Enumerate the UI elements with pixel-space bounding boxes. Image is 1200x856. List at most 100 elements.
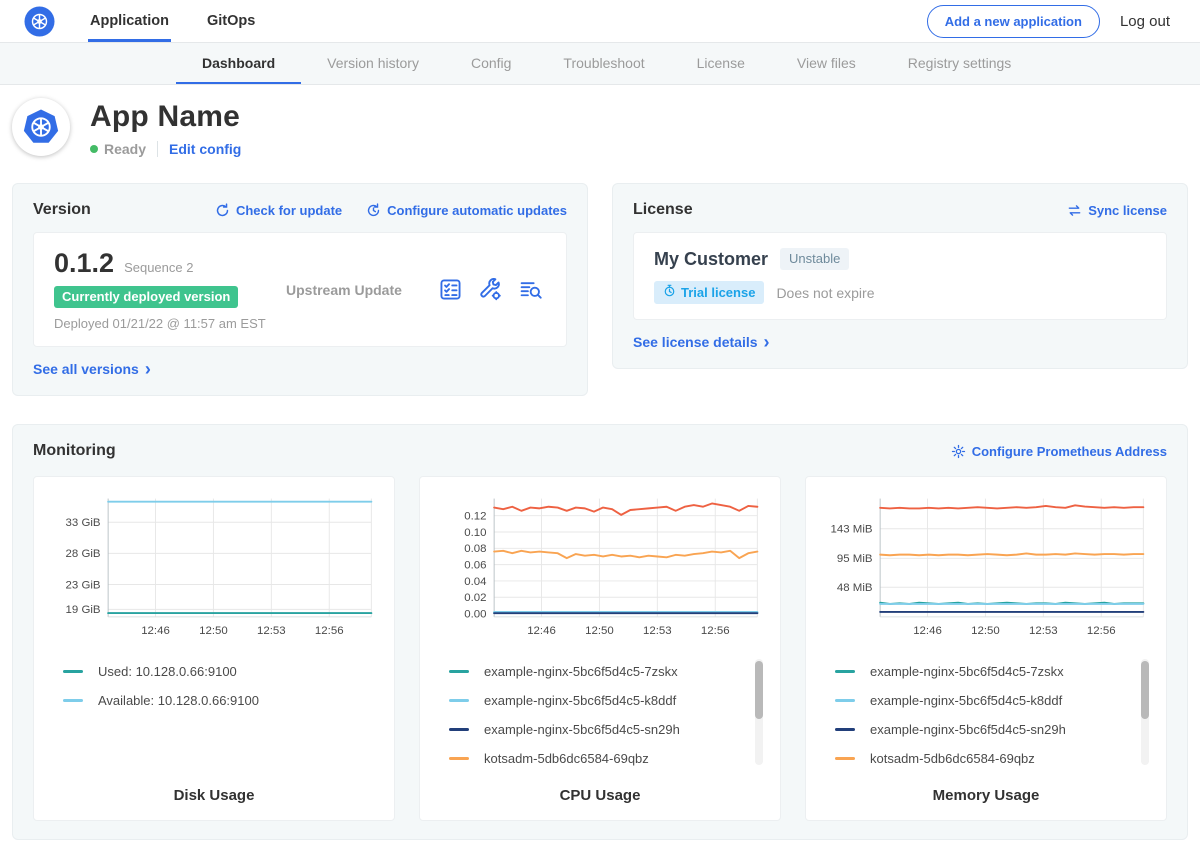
svg-text:0.02: 0.02 <box>464 592 486 604</box>
legend-scrollbar[interactable] <box>755 659 763 765</box>
clock-refresh-icon <box>366 203 381 218</box>
svg-text:12:50: 12:50 <box>585 625 614 637</box>
config-wrench-icon[interactable] <box>479 278 502 301</box>
chart-title: Memory Usage <box>821 787 1151 804</box>
monitoring-title: Monitoring <box>33 442 116 460</box>
configure-prometheus-button[interactable]: Configure Prometheus Address <box>951 444 1167 459</box>
sync-arrows-icon <box>1067 203 1082 218</box>
tab-registry-settings[interactable]: Registry settings <box>882 43 1037 84</box>
current-version-card: 0.1.2 Sequence 2 Currently deployed vers… <box>33 232 567 347</box>
svg-text:12:56: 12:56 <box>701 625 730 637</box>
legend-item: kotsadm-5db6dc6584-69qbz <box>835 744 1133 773</box>
chart-title: CPU Usage <box>435 787 765 804</box>
chart-card-memory-usage: 12:46 12:50 12:53 12:56 143 MiB 95 MiB 48 MiB e… <box>805 476 1167 821</box>
legend-swatch <box>835 699 855 702</box>
version-number: 0.1.2 <box>54 248 114 279</box>
chart-plot-cpu-usage: 12:4612:5012:5312:560.120.100.080.060.04… <box>435 490 765 645</box>
charts-row: 12:4612:5012:5312:5633 GiB28 GiB23 GiB19… <box>33 476 1167 821</box>
configure-automatic-updates-button[interactable]: Configure automatic updates <box>366 203 567 218</box>
chart-plot-disk-usage: 12:4612:5012:5312:5633 GiB28 GiB23 GiB19… <box>49 490 379 645</box>
legend-swatch <box>449 757 469 760</box>
legend-scrollbar-thumb[interactable] <box>1141 661 1149 719</box>
svg-text:48 MiB: 48 MiB <box>837 582 873 594</box>
chevron-right-icon: › <box>764 336 770 348</box>
legend-scrollbar-thumb[interactable] <box>755 661 763 719</box>
check-for-update-button[interactable]: Check for update <box>215 203 342 218</box>
app-status: Ready <box>104 141 146 157</box>
tab-license[interactable]: License <box>671 43 771 84</box>
legend-item: example-nginx-5bc6f5d4c5-k8ddf <box>449 686 747 715</box>
svg-text:95 MiB: 95 MiB <box>837 553 873 565</box>
svg-text:12:50: 12:50 <box>971 625 1000 637</box>
version-panel: Version Check for update <box>12 183 588 396</box>
customer-name: My Customer <box>654 249 768 270</box>
chart-card-disk-usage: 12:4612:5012:5312:5633 GiB28 GiB23 GiB19… <box>33 476 395 821</box>
see-all-versions-link[interactable]: See all versions › <box>33 361 151 377</box>
monitoring-panel: Monitoring Configure Prometheus Address … <box>12 424 1188 840</box>
svg-text:12:46: 12:46 <box>913 625 942 637</box>
see-license-details-link[interactable]: See license details › <box>633 334 770 350</box>
edit-config-link[interactable]: Edit config <box>169 141 241 157</box>
version-sequence: Sequence 2 <box>124 260 193 275</box>
add-application-button[interactable]: Add a new application <box>927 5 1100 38</box>
legend-swatch <box>63 699 83 702</box>
main-content: Version Check for update <box>0 175 1200 856</box>
svg-text:28 GiB: 28 GiB <box>66 548 101 560</box>
stopwatch-icon <box>663 284 676 300</box>
svg-text:0.10: 0.10 <box>464 527 486 539</box>
gear-icon <box>951 444 966 459</box>
legend-item: Used: 10.128.0.66:9100 <box>63 657 361 686</box>
chart-plot-memory-usage: 12:46 12:50 12:53 12:56 143 MiB 95 MiB 48 MiB <box>821 490 1151 645</box>
svg-text:12:50: 12:50 <box>199 625 228 637</box>
legend-label: example-nginx-5bc6f5d4c5-sn29h <box>870 722 1066 737</box>
svg-text:143 MiB: 143 MiB <box>831 524 873 536</box>
ready-status-dot-icon <box>90 145 98 153</box>
version-source: Upstream Update <box>272 282 439 298</box>
svg-text:12:56: 12:56 <box>315 625 344 637</box>
legend-swatch <box>835 728 855 731</box>
legend-label: example-nginx-5bc6f5d4c5-7zskx <box>870 664 1064 679</box>
legend-label: Used: 10.128.0.66:9100 <box>98 664 237 679</box>
legend-item: example-nginx-5bc6f5d4c5-sn29h <box>835 715 1133 744</box>
legend-item: example-nginx-5bc6f5d4c5-7zskx <box>835 657 1133 686</box>
svg-text:0.00: 0.00 <box>464 608 486 620</box>
legend-swatch <box>835 670 855 673</box>
legend-label: example-nginx-5bc6f5d4c5-k8ddf <box>484 693 676 708</box>
view-diff-file-search-icon[interactable] <box>519 278 542 301</box>
app-avatar <box>12 98 70 156</box>
svg-text:19 GiB: 19 GiB <box>66 604 101 616</box>
top-nav-right: Add a new application Log out <box>927 0 1170 42</box>
svg-text:12:53: 12:53 <box>643 625 672 637</box>
chevron-right-icon: › <box>145 363 151 375</box>
legend-item: example-nginx-5bc6f5d4c5-k8ddf <box>835 686 1133 715</box>
legend-swatch <box>63 670 83 673</box>
app-title-block: App Name Ready Edit config <box>90 98 241 157</box>
tab-view-files[interactable]: View files <box>771 43 882 84</box>
legend-label: example-nginx-5bc6f5d4c5-7zskx <box>484 664 678 679</box>
chart-legend-disk-usage: Used: 10.128.0.66:9100 Available: 10.128.… <box>49 657 379 773</box>
preflight-checks-icon[interactable] <box>439 278 462 301</box>
svg-text:12:56: 12:56 <box>1087 625 1116 637</box>
license-card: My Customer Unstable Trial license Does … <box>633 232 1167 320</box>
nav-item-application[interactable]: Application <box>88 0 171 42</box>
nav-item-gitops[interactable]: GitOps <box>205 0 257 42</box>
top-nav: Application GitOps Add a new application … <box>0 0 1200 43</box>
tab-dashboard[interactable]: Dashboard <box>176 43 301 84</box>
svg-text:12:46: 12:46 <box>527 625 556 637</box>
deployed-timestamp: Deployed 01/21/22 @ 11:57 am EST <box>54 316 272 331</box>
tab-config[interactable]: Config <box>445 43 537 84</box>
tab-version-history[interactable]: Version history <box>301 43 445 84</box>
refresh-icon <box>215 203 230 218</box>
legend-swatch <box>835 757 855 760</box>
chart-title: Disk Usage <box>49 787 379 804</box>
tab-troubleshoot[interactable]: Troubleshoot <box>537 43 670 84</box>
legend-scrollbar[interactable] <box>1141 659 1149 765</box>
svg-text:12:53: 12:53 <box>1029 625 1058 637</box>
sync-license-button[interactable]: Sync license <box>1067 203 1167 218</box>
chart-card-cpu-usage: 12:4612:5012:5312:560.120.100.080.060.04… <box>419 476 781 821</box>
kubernetes-logo-icon <box>24 0 55 42</box>
svg-text:12:46: 12:46 <box>141 625 170 637</box>
legend-item: example-nginx-5bc6f5d4c5-7zskx <box>449 657 747 686</box>
logout-button[interactable]: Log out <box>1120 13 1170 30</box>
legend-label: Available: 10.128.0.66:9100 <box>98 693 259 708</box>
